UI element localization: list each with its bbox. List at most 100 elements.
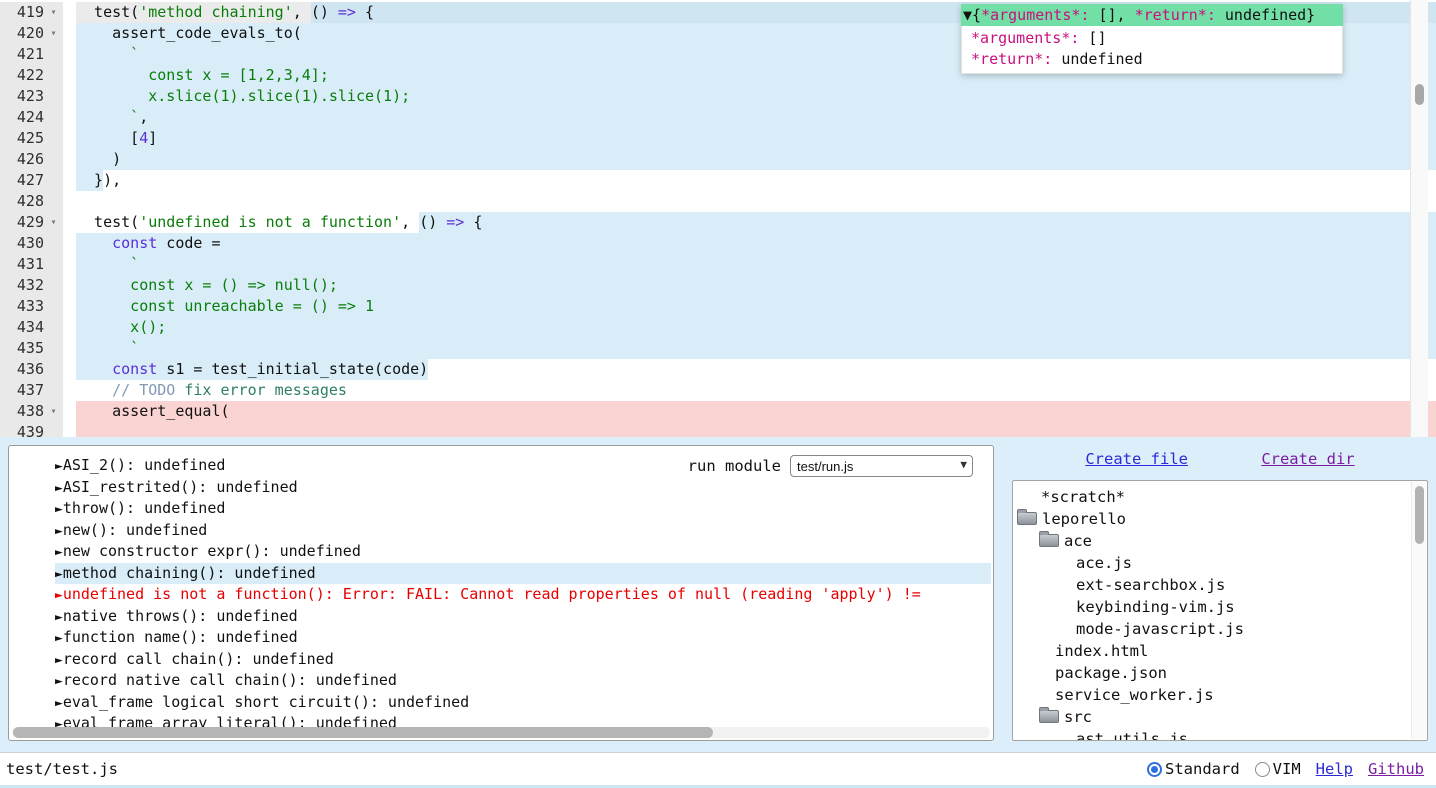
code-token: const — [112, 359, 157, 380]
tree-scrollbar[interactable] — [1411, 482, 1426, 739]
results-hscrollbar[interactable] — [12, 727, 990, 738]
code-content: x(); — [63, 317, 1436, 338]
tooltip-row[interactable]: *return*: undefined — [962, 49, 1342, 70]
tree-file[interactable]: ace.js — [1013, 552, 1427, 574]
line-highlight-fill — [347, 380, 1436, 401]
code-token — [962, 28, 971, 49]
tooltip-summary[interactable]: ▼{*arguments*: [], *return*: undefined} — [961, 4, 1343, 26]
editor-scrollbar[interactable] — [1410, 0, 1428, 437]
create-file-link[interactable]: Create file — [1085, 450, 1188, 468]
code-line[interactable]: 439 — [0, 422, 1436, 437]
gutter-cell: 428 — [0, 191, 63, 212]
code-token: x(); — [76, 317, 166, 338]
code-line[interactable]: 425 [4] — [0, 128, 1436, 149]
expand-arrow-icon[interactable]: ► — [55, 674, 63, 689]
expand-arrow-icon[interactable]: ► — [55, 567, 63, 582]
gutter-cell: 429▾ — [0, 212, 63, 233]
result-item[interactable]: ►ASI_restrited(): undefined — [55, 477, 991, 499]
code-token: test( — [76, 212, 139, 233]
help-link[interactable]: Help — [1316, 760, 1353, 778]
gutter-cell: 423 — [0, 86, 63, 107]
result-item[interactable]: ►new constructor expr(): undefined — [55, 541, 991, 563]
code-line[interactable]: 426 ) — [0, 149, 1436, 170]
code-token: [ — [76, 128, 139, 149]
code-token: => — [338, 2, 356, 23]
fold-arrow-icon[interactable]: ▾ — [44, 212, 63, 233]
result-item[interactable]: ►function name(): undefined — [55, 627, 991, 649]
tree-file[interactable]: mode-javascript.js — [1013, 618, 1427, 640]
expand-arrow-icon[interactable]: ► — [55, 545, 63, 560]
tree-file[interactable]: ast_utils.js — [1013, 728, 1427, 741]
expand-arrow-icon[interactable]: ► — [55, 481, 63, 496]
code-line[interactable]: 430 const code = — [0, 233, 1436, 254]
tree-file[interactable]: package.json — [1013, 662, 1427, 684]
code-line[interactable]: 437 // TODO fix error messages — [0, 380, 1436, 401]
code-line[interactable]: 434 x(); — [0, 317, 1436, 338]
tree-file[interactable]: *scratch* — [1013, 486, 1427, 508]
code-line[interactable]: 428 — [0, 191, 1436, 212]
tree-file[interactable]: keybinding-vim.js — [1013, 596, 1427, 618]
tree-folder[interactable]: ace — [1013, 530, 1427, 552]
code-token: ` — [76, 254, 139, 275]
result-item[interactable]: ►throw(): undefined — [55, 498, 991, 520]
code-line[interactable]: 433 const unreachable = () => 1 — [0, 296, 1436, 317]
tooltip-row[interactable]: *arguments*: [] — [962, 28, 1342, 49]
tree-folder[interactable]: src — [1013, 706, 1427, 728]
keybinding-vim-option[interactable]: VIM — [1255, 760, 1301, 778]
fold-arrow-icon[interactable]: ▾ — [44, 23, 63, 44]
tree-file[interactable]: ext-searchbox.js — [1013, 574, 1427, 596]
code-line[interactable]: 432 const x = () => null(); — [0, 275, 1436, 296]
code-editor[interactable]: 419▾ test('method chaining', () => {420▾… — [0, 0, 1436, 437]
gutter-cell: 434 — [0, 317, 63, 338]
code-line[interactable]: 435 ` — [0, 338, 1436, 359]
results-hscrollbar-thumb[interactable] — [13, 727, 713, 738]
result-text: new constructor expr(): undefined — [63, 542, 361, 560]
expand-arrow-icon[interactable]: ► — [55, 696, 63, 711]
expand-arrow-icon[interactable]: ► — [55, 459, 63, 474]
radio-standard-icon[interactable] — [1147, 762, 1162, 777]
run-module-select[interactable]: test/run.js — [790, 455, 973, 477]
github-link[interactable]: Github — [1368, 760, 1424, 778]
result-item[interactable]: ►record call chain(): undefined — [55, 649, 991, 671]
create-dir-link[interactable]: Create dir — [1261, 450, 1354, 468]
code-line[interactable]: 424 `, — [0, 107, 1436, 128]
result-item[interactable]: ►undefined is not a function(): Error: F… — [55, 584, 991, 606]
expand-arrow-icon[interactable]: ► — [55, 502, 63, 517]
line-highlight-fill — [121, 170, 1436, 191]
gutter-cell: 439 — [0, 422, 63, 437]
result-item[interactable]: ►native throws(): undefined — [55, 606, 991, 628]
code-line[interactable]: 429▾ test('undefined is not a function',… — [0, 212, 1436, 233]
expand-arrow-icon[interactable]: ► — [55, 588, 63, 603]
keybinding-standard-option[interactable]: Standard — [1147, 760, 1240, 778]
expand-arrow-icon[interactable]: ► — [55, 610, 63, 625]
result-text: eval_frame logical short circuit(): unde… — [63, 693, 469, 711]
fold-arrow-icon[interactable]: ▾ — [44, 401, 63, 422]
code-line[interactable]: 431 ` — [0, 254, 1436, 275]
code-line[interactable]: 438▾ assert_equal( — [0, 401, 1436, 422]
radio-vim-label: VIM — [1273, 760, 1301, 778]
expand-arrow-icon[interactable]: ► — [55, 653, 63, 668]
code-line[interactable]: 423 x.slice(1).slice(1).slice(1); — [0, 86, 1436, 107]
code-line[interactable]: 427 }), — [0, 170, 1436, 191]
code-token: const x = [1,2,3,4]; — [76, 65, 329, 86]
code-line[interactable]: 436 const s1 = test_initial_state(code) — [0, 359, 1436, 380]
radio-vim-icon[interactable] — [1255, 762, 1270, 777]
fold-arrow-icon[interactable]: ▾ — [44, 2, 63, 23]
result-item[interactable]: ►new(): undefined — [55, 520, 991, 542]
tree-folder[interactable]: leporello — [1013, 508, 1427, 530]
line-number: 430 — [0, 233, 44, 254]
result-item[interactable]: ►record native call chain(): undefined — [55, 670, 991, 692]
expand-arrow-icon[interactable]: ► — [55, 631, 63, 646]
code-token: 'undefined is not a function' — [139, 212, 401, 233]
editor-scrollbar-thumb[interactable] — [1415, 84, 1424, 105]
tree-file[interactable]: index.html — [1013, 640, 1427, 662]
tree-scrollbar-thumb[interactable] — [1415, 486, 1424, 544]
tree-file[interactable]: service_worker.js — [1013, 684, 1427, 706]
result-item[interactable]: ►method chaining(): undefined — [55, 563, 991, 585]
tooltip-body: *arguments*: [] *return*: undefined — [961, 26, 1343, 74]
expand-arrow-icon[interactable]: ► — [55, 524, 63, 539]
gutter-cell: 424 — [0, 107, 63, 128]
code-token: test( — [76, 2, 139, 23]
tree-item-label: ace — [1064, 532, 1092, 550]
result-item[interactable]: ►eval_frame logical short circuit(): und… — [55, 692, 991, 714]
